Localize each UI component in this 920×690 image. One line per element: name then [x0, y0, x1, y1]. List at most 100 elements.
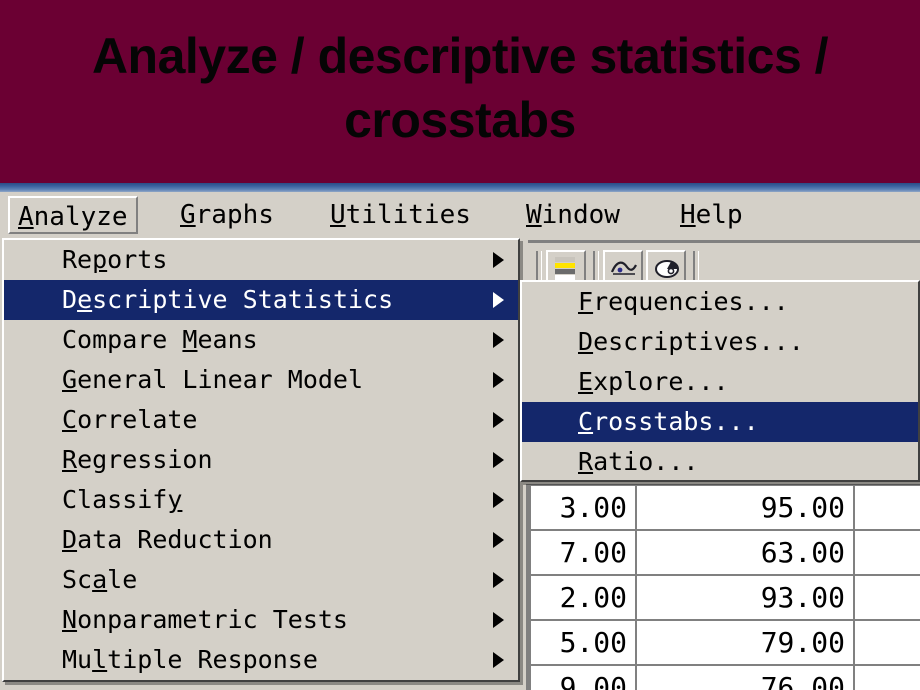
menu-bar: Analyze Graphs Utilities Window Help — [0, 192, 920, 240]
submenu-arrow-icon — [493, 492, 504, 508]
menu-item-label: Window — [526, 200, 620, 230]
toolbar-separator — [536, 251, 542, 283]
table-row[interactable]: 7.00 63.00 — [531, 530, 920, 576]
menu-item-label: Compare Means — [62, 325, 258, 354]
accelerator-char: D — [62, 525, 78, 554]
header-divider — [0, 183, 920, 192]
menu-item-label: Multiple Response — [62, 645, 318, 674]
accelerator-char: R — [578, 447, 594, 476]
table-cell[interactable]: 93.00 — [636, 575, 855, 621]
menu-item-label: Ratio... — [578, 447, 699, 476]
table-row[interactable]: 3.00 95.00 — [531, 486, 920, 531]
menu-item-label: Descriptives... — [578, 327, 804, 356]
menu-item-nonparametric-tests[interactable]: Nonparametric Tests — [4, 600, 518, 640]
menu-item-label: Graphs — [180, 200, 274, 230]
menu-item-reports[interactable]: Reports — [4, 240, 518, 280]
menubar-item-graphs[interactable]: Graphs — [172, 196, 282, 234]
table-cell[interactable]: 3.00 — [531, 486, 637, 531]
submenu-arrow-icon — [493, 412, 504, 428]
accelerator-char: F — [578, 287, 594, 316]
menu-item-compare-means[interactable]: Compare Means — [4, 320, 518, 360]
table-cell[interactable]: 63.00 — [636, 530, 855, 576]
table-cell[interactable]: 2.00 — [531, 575, 637, 621]
accelerator-char: E — [578, 367, 594, 396]
table-cell[interactable]: 79.00 — [636, 620, 855, 666]
submenu-item-explore[interactable]: Explore... — [522, 362, 918, 402]
table-cell[interactable]: 9.00 — [531, 665, 637, 690]
submenu-item-descriptives[interactable]: Descriptives... — [522, 322, 918, 362]
menu-item-regression[interactable]: Regression — [4, 440, 518, 480]
accelerator-char: N — [62, 605, 78, 634]
accelerator-char: H — [680, 200, 696, 230]
submenu-arrow-icon — [493, 572, 504, 588]
accelerator-char: C — [62, 405, 78, 434]
table-cell[interactable] — [854, 620, 920, 666]
menu-item-label: Reports — [62, 245, 168, 274]
page-title: Analyze / descriptive statistics / cross… — [91, 28, 829, 148]
menu-item-label: Help — [680, 200, 743, 230]
analyze-dropdown-menu: Reports Descriptive Statistics Compare Mea… — [2, 238, 520, 682]
accelerator-char: G — [180, 200, 196, 230]
submenu-arrow-icon — [493, 532, 504, 548]
accelerator-char: W — [526, 200, 542, 230]
submenu-arrow-icon — [493, 252, 504, 268]
data-grid[interactable]: 3.00 95.00 7.00 63.00 2.00 93.00 5.00 79.00 9.00… — [528, 484, 920, 690]
slide-header: Analyze / descriptive statistics / cross… — [0, 0, 920, 183]
table-cell[interactable] — [854, 665, 920, 690]
menu-item-label: Scale — [62, 565, 138, 594]
menu-item-label: Regression — [62, 445, 213, 474]
submenu-arrow-icon — [493, 452, 504, 468]
pie-chart-icon[interactable] — [646, 250, 686, 284]
table-cell[interactable]: 76.00 — [636, 665, 855, 690]
menu-item-multiple-response[interactable]: Multiple Response — [4, 640, 518, 680]
menu-item-data-reduction[interactable]: Data Reduction — [4, 520, 518, 560]
line-curve-glyph — [611, 261, 637, 275]
table-cell[interactable]: 95.00 — [636, 486, 855, 531]
table-row[interactable]: 9.00 76.00 — [531, 665, 920, 690]
menu-item-descriptive-statistics[interactable]: Descriptive Statistics — [4, 280, 518, 320]
table-cell[interactable] — [854, 530, 920, 576]
accelerator-char: a — [92, 565, 108, 594]
accelerator-char: e — [77, 285, 93, 314]
accelerator-char: A — [18, 202, 34, 232]
menu-item-label: Correlate — [62, 405, 198, 434]
pie-chart-glyph — [655, 260, 679, 278]
menu-item-classify[interactable]: Classify — [4, 480, 518, 520]
submenu-arrow-icon — [493, 292, 504, 308]
line-curve-icon[interactable] — [603, 250, 643, 284]
menu-item-correlate[interactable]: Correlate — [4, 400, 518, 440]
menubar-item-window[interactable]: Window — [518, 196, 628, 234]
table-row[interactable]: 2.00 93.00 — [531, 575, 920, 621]
menu-item-label: Explore... — [578, 367, 729, 396]
submenu-item-frequencies[interactable]: Frequencies... — [522, 282, 918, 322]
submenu-item-crosstabs[interactable]: Crosstabs... — [522, 402, 918, 442]
table-cell[interactable] — [854, 575, 920, 621]
menubar-item-help[interactable]: Help — [672, 196, 751, 234]
submenu-arrow-icon — [493, 652, 504, 668]
toolbar-separator — [693, 251, 699, 283]
menu-item-label: General Linear Model — [62, 365, 364, 394]
table-cell[interactable] — [854, 486, 920, 531]
menubar-item-utilities[interactable]: Utilities — [322, 196, 479, 234]
accelerator-char: D — [578, 327, 594, 356]
accelerator-char: U — [330, 200, 346, 230]
data-grid-body: 3.00 95.00 7.00 63.00 2.00 93.00 5.00 79.00 9.00… — [531, 486, 920, 690]
menu-item-label: Nonparametric Tests — [62, 605, 348, 634]
menu-item-label: Crosstabs... — [578, 407, 759, 436]
table-cell[interactable]: 7.00 — [531, 530, 637, 576]
submenu-item-ratio[interactable]: Ratio... — [522, 442, 918, 482]
menu-item-general-linear-model[interactable]: General Linear Model — [4, 360, 518, 400]
menu-item-label: Classify — [62, 485, 183, 514]
bar-chart-icon[interactable] — [546, 250, 586, 284]
menu-item-scale[interactable]: Scale — [4, 560, 518, 600]
accelerator-char: M — [182, 325, 198, 354]
menu-item-label: Analyze — [18, 202, 128, 232]
menu-item-label: Frequencies... — [578, 287, 789, 316]
menubar-item-analyze[interactable]: Analyze — [8, 196, 138, 234]
toolbar-separator — [593, 251, 599, 283]
table-cell[interactable]: 5.00 — [531, 620, 637, 666]
table-row[interactable]: 5.00 79.00 — [531, 620, 920, 666]
accelerator-char: C — [578, 407, 594, 436]
menu-item-label: Descriptive Statistics — [62, 285, 394, 314]
submenu-arrow-icon — [493, 372, 504, 388]
